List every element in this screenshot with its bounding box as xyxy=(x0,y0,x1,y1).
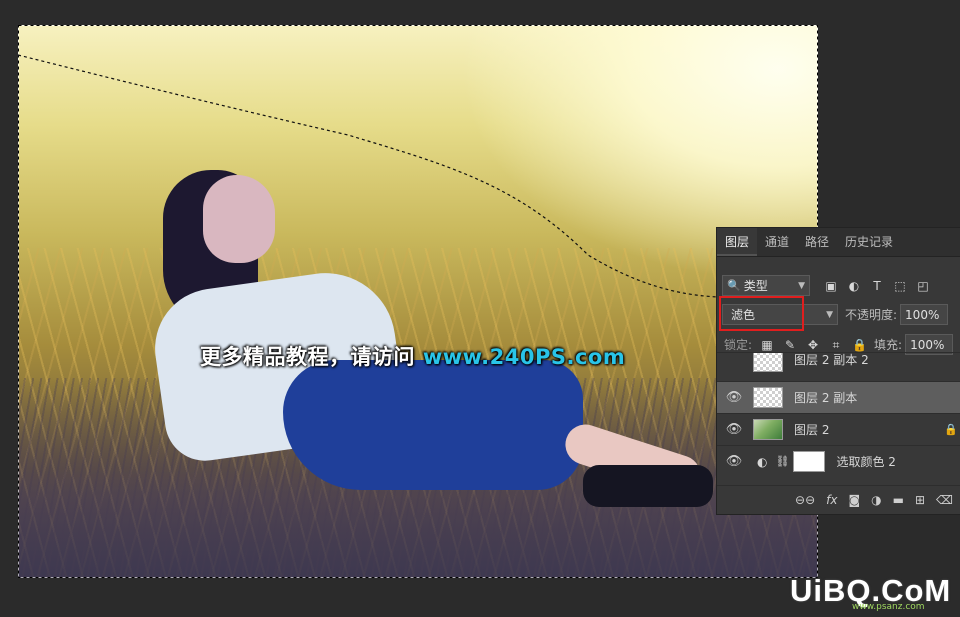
blend-mode-highlight xyxy=(719,296,804,331)
lock-all-icon[interactable]: 🔒 xyxy=(852,338,867,352)
panel-footer: ⊖⊖ fx ◙ ◑ ▬ ⊞ ⌫ xyxy=(717,485,960,514)
lock-transparent-icon[interactable]: ▦ xyxy=(760,338,774,352)
artboard-lock-icon[interactable]: ⌗ xyxy=(829,338,843,352)
tutorial-watermark: 更多精品教程，请访问 www.240PS.com xyxy=(200,341,625,371)
fill-value: 100% xyxy=(910,337,945,352)
filter-row: 🔍 类型 ▼ ▣ ◐ T ⬚ ◰ xyxy=(722,275,960,296)
add-mask-icon[interactable]: ◙ xyxy=(848,493,860,507)
adjustment-layer-icon: ◐ xyxy=(757,454,768,469)
smart-object-filter-icon[interactable]: ◰ xyxy=(916,279,930,293)
adjustment-filter-icon[interactable]: ◐ xyxy=(847,279,861,293)
search-icon: 🔍 xyxy=(727,279,741,292)
lock-icon: 🔒 xyxy=(944,423,958,436)
image-filter-icon[interactable]: ▣ xyxy=(824,279,838,293)
layer-thumbnail xyxy=(753,419,783,440)
layer-thumbnail xyxy=(753,353,783,372)
tab-paths[interactable]: 路径 xyxy=(797,228,837,256)
layer-name: 图层 2 副本 2 xyxy=(794,352,869,367)
lock-image-icon[interactable]: ✎ xyxy=(783,338,797,352)
opacity-label: 不透明度: xyxy=(845,308,898,322)
layer-row-selected[interactable]: 👁 图层 2 副本 xyxy=(717,381,960,413)
new-group-icon[interactable]: ▬ xyxy=(893,493,904,507)
eye-icon[interactable]: 👁 xyxy=(725,390,743,405)
link-chain-icon[interactable]: ⛓ xyxy=(775,455,789,468)
marching-ants-selection[interactable] xyxy=(18,25,818,578)
eye-icon[interactable]: 👁 xyxy=(725,422,743,437)
layers-panel: 图层 通道 路径 历史记录 🔍 类型 ▼ ▣ ◐ T ⬚ ◰ 滤色 ▼ 不透明度… xyxy=(716,227,960,515)
tab-channels[interactable]: 通道 xyxy=(757,228,797,256)
new-adjustment-icon[interactable]: ◑ xyxy=(871,493,881,507)
layer-mask-thumbnail[interactable] xyxy=(793,451,826,472)
watermark-url: www.240PS.com xyxy=(422,345,626,369)
fx-icon[interactable]: fx xyxy=(826,493,837,507)
document-canvas[interactable] xyxy=(18,25,818,578)
new-layer-icon[interactable]: ⊞ xyxy=(915,493,925,507)
layer-row[interactable]: 👁 ◐ ⛓ 选取颜色 2 xyxy=(717,445,960,477)
layer-name: 图层 2 副本 xyxy=(794,391,858,405)
link-layers-icon[interactable]: ⊖⊖ xyxy=(795,493,815,507)
filter-kind-value: 类型 xyxy=(743,279,768,293)
layer-thumbnail xyxy=(753,387,783,408)
layer-name: 选取颜色 2 xyxy=(836,455,896,469)
opacity-value: 100% xyxy=(905,307,940,322)
tab-layers[interactable]: 图层 xyxy=(717,228,758,256)
lock-label: 锁定: xyxy=(724,338,753,352)
chevron-down-icon: ▼ xyxy=(798,280,805,291)
panel-tabs: 图层 通道 路径 历史记录 xyxy=(717,228,960,257)
lock-position-icon[interactable]: ✥ xyxy=(806,338,820,352)
filter-kind-select[interactable]: 🔍 类型 ▼ xyxy=(722,275,810,296)
opacity-input[interactable]: 100% xyxy=(900,304,949,325)
chevron-down-icon: ▼ xyxy=(826,309,833,320)
type-filter-icon[interactable]: T xyxy=(870,279,884,293)
site-url: www.psanz.com xyxy=(852,602,925,612)
tab-history[interactable]: 历史记录 xyxy=(837,228,901,256)
eye-icon[interactable]: 👁 xyxy=(725,454,743,469)
shape-filter-icon[interactable]: ⬚ xyxy=(893,279,907,293)
fill-label: 填充: xyxy=(874,338,903,352)
layer-row[interactable]: 👁 图层 2 🔒 xyxy=(717,413,960,445)
delete-layer-icon[interactable]: ⌫ xyxy=(936,493,953,507)
layer-name: 图层 2 xyxy=(794,423,830,437)
watermark-text: 更多精品教程，请访问 xyxy=(200,345,415,369)
layer-row[interactable]: 图层 2 副本 2 xyxy=(717,352,960,377)
